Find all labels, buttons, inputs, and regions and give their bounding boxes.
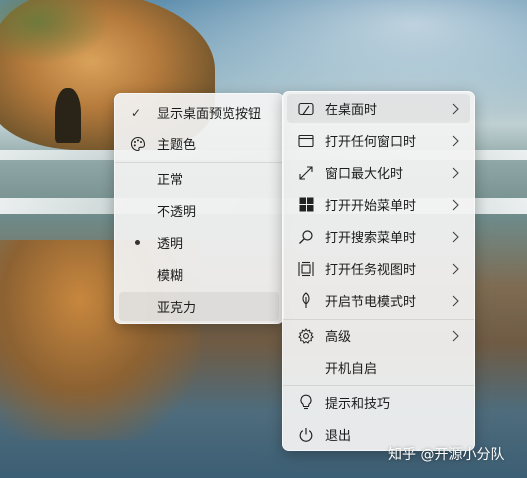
menu-item-label: 退出 bbox=[325, 429, 352, 444]
chevron-right-icon bbox=[450, 166, 460, 180]
search-icon bbox=[297, 228, 315, 246]
menu-separator bbox=[283, 319, 474, 320]
menu-item-label: 显示桌面预览按钮 bbox=[157, 107, 262, 122]
menu-item-label: 打开开始菜单时 bbox=[325, 199, 417, 214]
menu-item-on-desktop[interactable]: 在桌面时 bbox=[287, 94, 470, 123]
menu-item-label: 打开任务视图时 bbox=[325, 263, 417, 278]
menu-item-label: 模糊 bbox=[157, 269, 184, 284]
menu-item-label: 高级 bbox=[325, 330, 352, 345]
menu-item-start-menu-open[interactable]: 打开开始菜单时 bbox=[287, 190, 470, 219]
cliff-vegetation bbox=[0, 0, 110, 64]
task-view-icon bbox=[297, 260, 315, 278]
menu-item-window-maximized[interactable]: 窗口最大化时 bbox=[287, 158, 470, 187]
menu-item-task-view-open[interactable]: 打开任务视图时 bbox=[287, 254, 470, 283]
menu-item-label: 亚克力 bbox=[157, 301, 197, 316]
menu-item-auto-start[interactable]: 开机自启 bbox=[287, 353, 470, 382]
menu-item-normal[interactable]: 正常 bbox=[119, 164, 279, 193]
chevron-right-icon bbox=[450, 262, 460, 276]
menu-item-label: 不透明 bbox=[157, 205, 197, 220]
menu-item-label: 窗口最大化时 bbox=[325, 167, 404, 182]
menu-item-label: 开机自启 bbox=[325, 362, 378, 377]
menu-item-label: 在桌面时 bbox=[325, 103, 378, 118]
selected-bullet-icon bbox=[135, 240, 140, 245]
menu-item-acrylic[interactable]: 亚克力 bbox=[119, 292, 279, 321]
chevron-right-icon bbox=[450, 230, 460, 244]
menu-item-power-saving-mode[interactable]: 开启节电模式时 bbox=[287, 286, 470, 315]
chevron-right-icon bbox=[450, 102, 460, 116]
menu-item-opaque[interactable]: 不透明 bbox=[119, 196, 279, 225]
cliff-cave bbox=[55, 88, 81, 143]
menu-item-label: 提示和技巧 bbox=[325, 397, 391, 412]
checkmark-icon: ✓ bbox=[131, 105, 142, 120]
menu-item-label: 开启节电模式时 bbox=[325, 295, 417, 310]
chevron-right-icon bbox=[450, 329, 460, 343]
watermark-text: 知乎 @开源小分队 bbox=[388, 447, 505, 463]
submenu-panel: ✓ 显示桌面预览按钮 主题色 正常 不透明 透明 模糊 亚克力 bbox=[114, 93, 284, 324]
menu-separator bbox=[115, 162, 283, 163]
menu-item-transparent[interactable]: 透明 bbox=[119, 228, 279, 257]
leaf-icon bbox=[297, 292, 315, 310]
menu-item-search-menu-open[interactable]: 打开搜索菜单时 bbox=[287, 222, 470, 251]
menu-item-label: 主题色 bbox=[157, 138, 197, 153]
menu-item-label: 透明 bbox=[157, 237, 184, 252]
chevron-right-icon bbox=[450, 134, 460, 148]
power-icon bbox=[297, 426, 315, 444]
windows-logo-icon bbox=[297, 196, 315, 214]
lightbulb-icon bbox=[297, 394, 315, 412]
menu-item-theme-color[interactable]: 主题色 bbox=[119, 129, 279, 158]
menu-separator bbox=[283, 385, 474, 386]
chevron-right-icon bbox=[450, 198, 460, 212]
window-icon bbox=[297, 132, 315, 150]
menu-item-any-window[interactable]: 打开任何窗口时 bbox=[287, 126, 470, 155]
desktop-icon bbox=[297, 100, 315, 118]
chevron-right-icon bbox=[450, 294, 460, 308]
maximize-arrow-icon bbox=[297, 164, 315, 182]
menu-item-advanced[interactable]: 高级 bbox=[287, 321, 470, 350]
menu-item-label: 正常 bbox=[157, 173, 184, 188]
menu-item-label: 打开搜索菜单时 bbox=[325, 231, 417, 246]
gear-icon bbox=[297, 327, 315, 345]
menu-item-label: 打开任何窗口时 bbox=[325, 135, 417, 150]
menu-item-tips[interactable]: 提示和技巧 bbox=[287, 388, 470, 417]
menu-item-blur[interactable]: 模糊 bbox=[119, 260, 279, 289]
main-menu-panel: 在桌面时 打开任何窗口时 窗口最大化时 打开开始菜单时 打开搜索菜单时 打开任务… bbox=[282, 91, 475, 451]
palette-icon bbox=[129, 135, 147, 153]
menu-item-show-desktop-preview[interactable]: ✓ 显示桌面预览按钮 bbox=[119, 98, 279, 127]
